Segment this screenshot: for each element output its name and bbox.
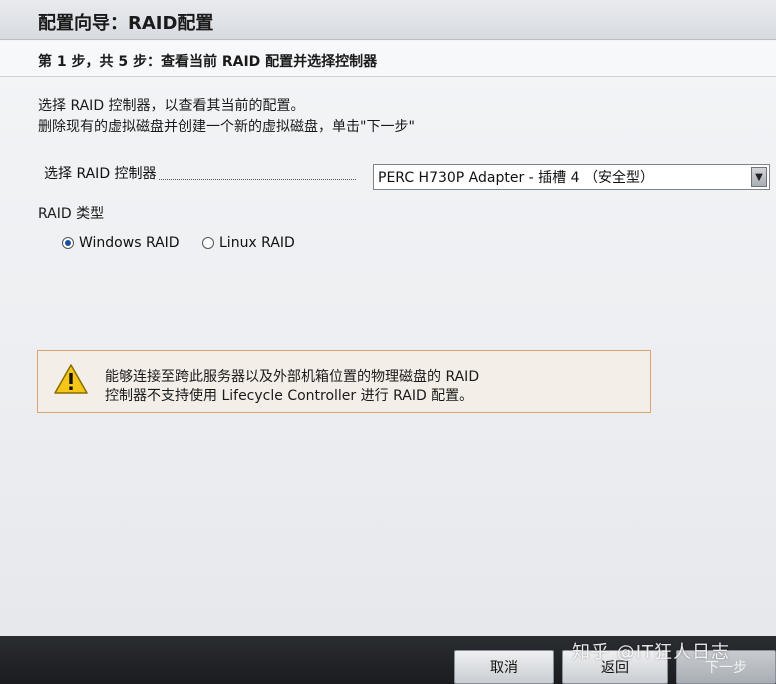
- radio-linux-raid[interactable]: Linux RAID: [202, 235, 295, 251]
- instruction-line-1: 选择 RAID 控制器，以查看其当前的配置。: [38, 98, 305, 114]
- warning-icon: [54, 364, 88, 394]
- dropdown-arrow-icon[interactable]: ▼: [751, 167, 767, 187]
- window-title: 配置向导：RAID配置: [38, 13, 214, 34]
- raid-type-label: RAID 类型: [38, 206, 105, 222]
- controller-selected-value: PERC H730P Adapter - 插槽 4 （安全型）: [378, 170, 654, 186]
- radio-label-linux: Linux RAID: [219, 235, 295, 251]
- warning-box: 能够连接至跨此服务器以及外部机箱位置的物理磁盘的 RAID 控制器不支持使用 L…: [37, 350, 651, 413]
- radio-label-windows: Windows RAID: [79, 235, 180, 251]
- warning-text-line-2: 控制器不支持使用 Lifecycle Controller 进行 RAID 配置…: [105, 388, 474, 404]
- controller-label-text: 选择 RAID 控制器: [44, 166, 157, 182]
- title-bar: 配置向导：RAID配置: [0, 0, 776, 40]
- warning-text-line-1: 能够连接至跨此服务器以及外部机箱位置的物理磁盘的 RAID: [105, 369, 480, 385]
- controller-label: 选择 RAID 控制器: [44, 163, 356, 183]
- watermark: 知乎 @IT狂人日志: [572, 642, 731, 663]
- step-indicator: 第 1 步，共 5 步：查看当前 RAID 配置并选择控制器: [38, 54, 378, 70]
- radio-windows-raid[interactable]: Windows RAID: [62, 235, 180, 251]
- instruction-line-2: 删除现有的虚拟磁盘并创建一个新的虚拟磁盘，单击"下一步": [38, 119, 415, 135]
- radio-selected-icon[interactable]: [62, 237, 74, 249]
- step-bar: 第 1 步，共 5 步：查看当前 RAID 配置并选择控制器: [0, 41, 776, 77]
- dotted-leader: [158, 179, 356, 180]
- controller-select[interactable]: PERC H730P Adapter - 插槽 4 （安全型） ▼: [373, 164, 770, 190]
- cancel-button[interactable]: 取消: [454, 650, 554, 684]
- wizard-window: 配置向导：RAID配置 第 1 步，共 5 步：查看当前 RAID 配置并选择控…: [0, 0, 776, 636]
- radio-unselected-icon[interactable]: [202, 237, 214, 249]
